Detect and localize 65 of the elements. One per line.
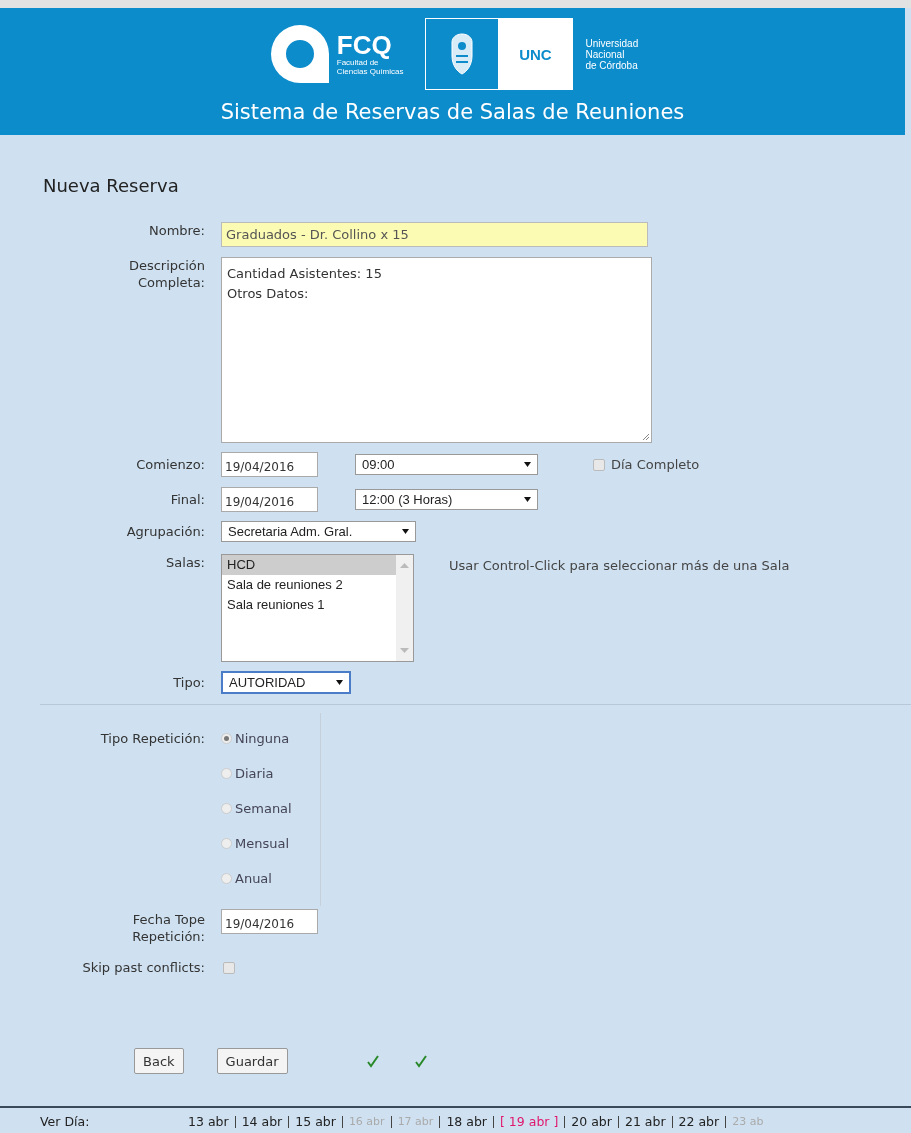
- logo-subtitle: Ciencias Químicas: [336, 67, 404, 76]
- day-link[interactable]: 13 abr: [188, 1115, 235, 1128]
- field-label: Salas:: [166, 554, 205, 571]
- checkbox-label: Día Completo: [611, 457, 700, 472]
- page-heading: Nueva Reserva: [43, 175, 179, 196]
- day-link[interactable]: [ 19 abr ]: [493, 1115, 565, 1128]
- field-label: Comienzo:: [136, 456, 205, 473]
- university-name: de Córdoba: [585, 59, 639, 71]
- list-option[interactable]: HCD: [222, 555, 396, 575]
- day-link[interactable]: 18 abr: [439, 1115, 493, 1128]
- scroll-down-icon[interactable]: [400, 648, 409, 653]
- caret-icon: [336, 680, 343, 685]
- field-label: Descripción Completa:: [128, 257, 205, 291]
- date-field[interactable]: 19/04/2016: [221, 909, 318, 934]
- checkbox[interactable]: [223, 961, 235, 974]
- nombre-field[interactable]: Graduados - Dr. Collino x 15: [221, 222, 648, 247]
- radio-button[interactable]: [221, 803, 232, 814]
- radio-button[interactable]: [221, 768, 232, 779]
- day-link[interactable]: 22 abr: [671, 1115, 726, 1128]
- date-field[interactable]: 19/04/2016: [221, 452, 318, 477]
- day-link[interactable]: 21 abr: [617, 1115, 672, 1128]
- agrupacion-select[interactable]: Secretaria Adm. Gral.: [221, 521, 416, 542]
- radio-label: Diaria: [235, 766, 274, 781]
- hint-text: Usar Control-Click para seleccionar más de una Sala: [449, 558, 790, 573]
- radio-button[interactable]: [221, 838, 232, 849]
- scroll-up-icon[interactable]: [400, 563, 409, 568]
- resize-grip-icon[interactable]: [641, 432, 650, 441]
- radio-label: Ninguna: [235, 731, 290, 746]
- day-link[interactable]: 15 abr: [288, 1115, 342, 1128]
- checkbox[interactable]: [593, 458, 605, 471]
- radio-button[interactable]: [221, 733, 232, 744]
- field-label: Final:: [170, 491, 205, 508]
- nav-label: Ver Día:: [40, 1114, 91, 1129]
- field-label: Agrupación:: [126, 523, 205, 540]
- field-label: Tipo:: [173, 674, 205, 691]
- tipo-select[interactable]: AUTORIDAD: [221, 671, 351, 694]
- radio-button[interactable]: [221, 873, 232, 884]
- description-textarea[interactable]: Cantidad Asistentes: 15 Otros Datos:: [221, 257, 652, 443]
- save-button[interactable]: Guardar: [216, 1048, 288, 1074]
- check-icon: [414, 1054, 427, 1068]
- back-button[interactable]: Back: [134, 1048, 184, 1074]
- check-icon: [366, 1054, 379, 1068]
- university-name: Nacional: [585, 48, 626, 60]
- radio-label: Mensual: [235, 836, 290, 851]
- caret-icon: [402, 529, 409, 534]
- field-label: Nombre:: [148, 222, 205, 239]
- time-select[interactable]: 09:00: [355, 454, 538, 475]
- list-option[interactable]: Sala reuniones 1: [222, 595, 396, 615]
- list-option[interactable]: Sala de reuniones 2: [222, 575, 396, 595]
- radio-label: Anual: [235, 871, 272, 886]
- caret-icon: [524, 462, 531, 467]
- logo-subtitle: Facultad de: [336, 58, 379, 67]
- field-label: Skip past conflicts:: [82, 959, 205, 976]
- caret-icon: [524, 497, 531, 502]
- time-select[interactable]: 12:00 (3 Horas): [355, 489, 538, 510]
- field-label: Fecha Tope Repetición:: [132, 911, 205, 945]
- field-label: Tipo Repetición:: [100, 730, 205, 747]
- day-link[interactable]: 20 abr: [564, 1115, 618, 1128]
- radio-label: Semanal: [235, 801, 292, 816]
- date-field[interactable]: 19/04/2016: [221, 487, 318, 512]
- logo-acronym: FCQ: [336, 32, 393, 58]
- day-link[interactable]: 14 abr: [234, 1115, 289, 1128]
- university-name: Universidad: [585, 37, 639, 49]
- app-title: Sistema de Reservas de Salas de Reuniones: [220, 100, 685, 124]
- logo-acronym: UNC: [498, 19, 573, 89]
